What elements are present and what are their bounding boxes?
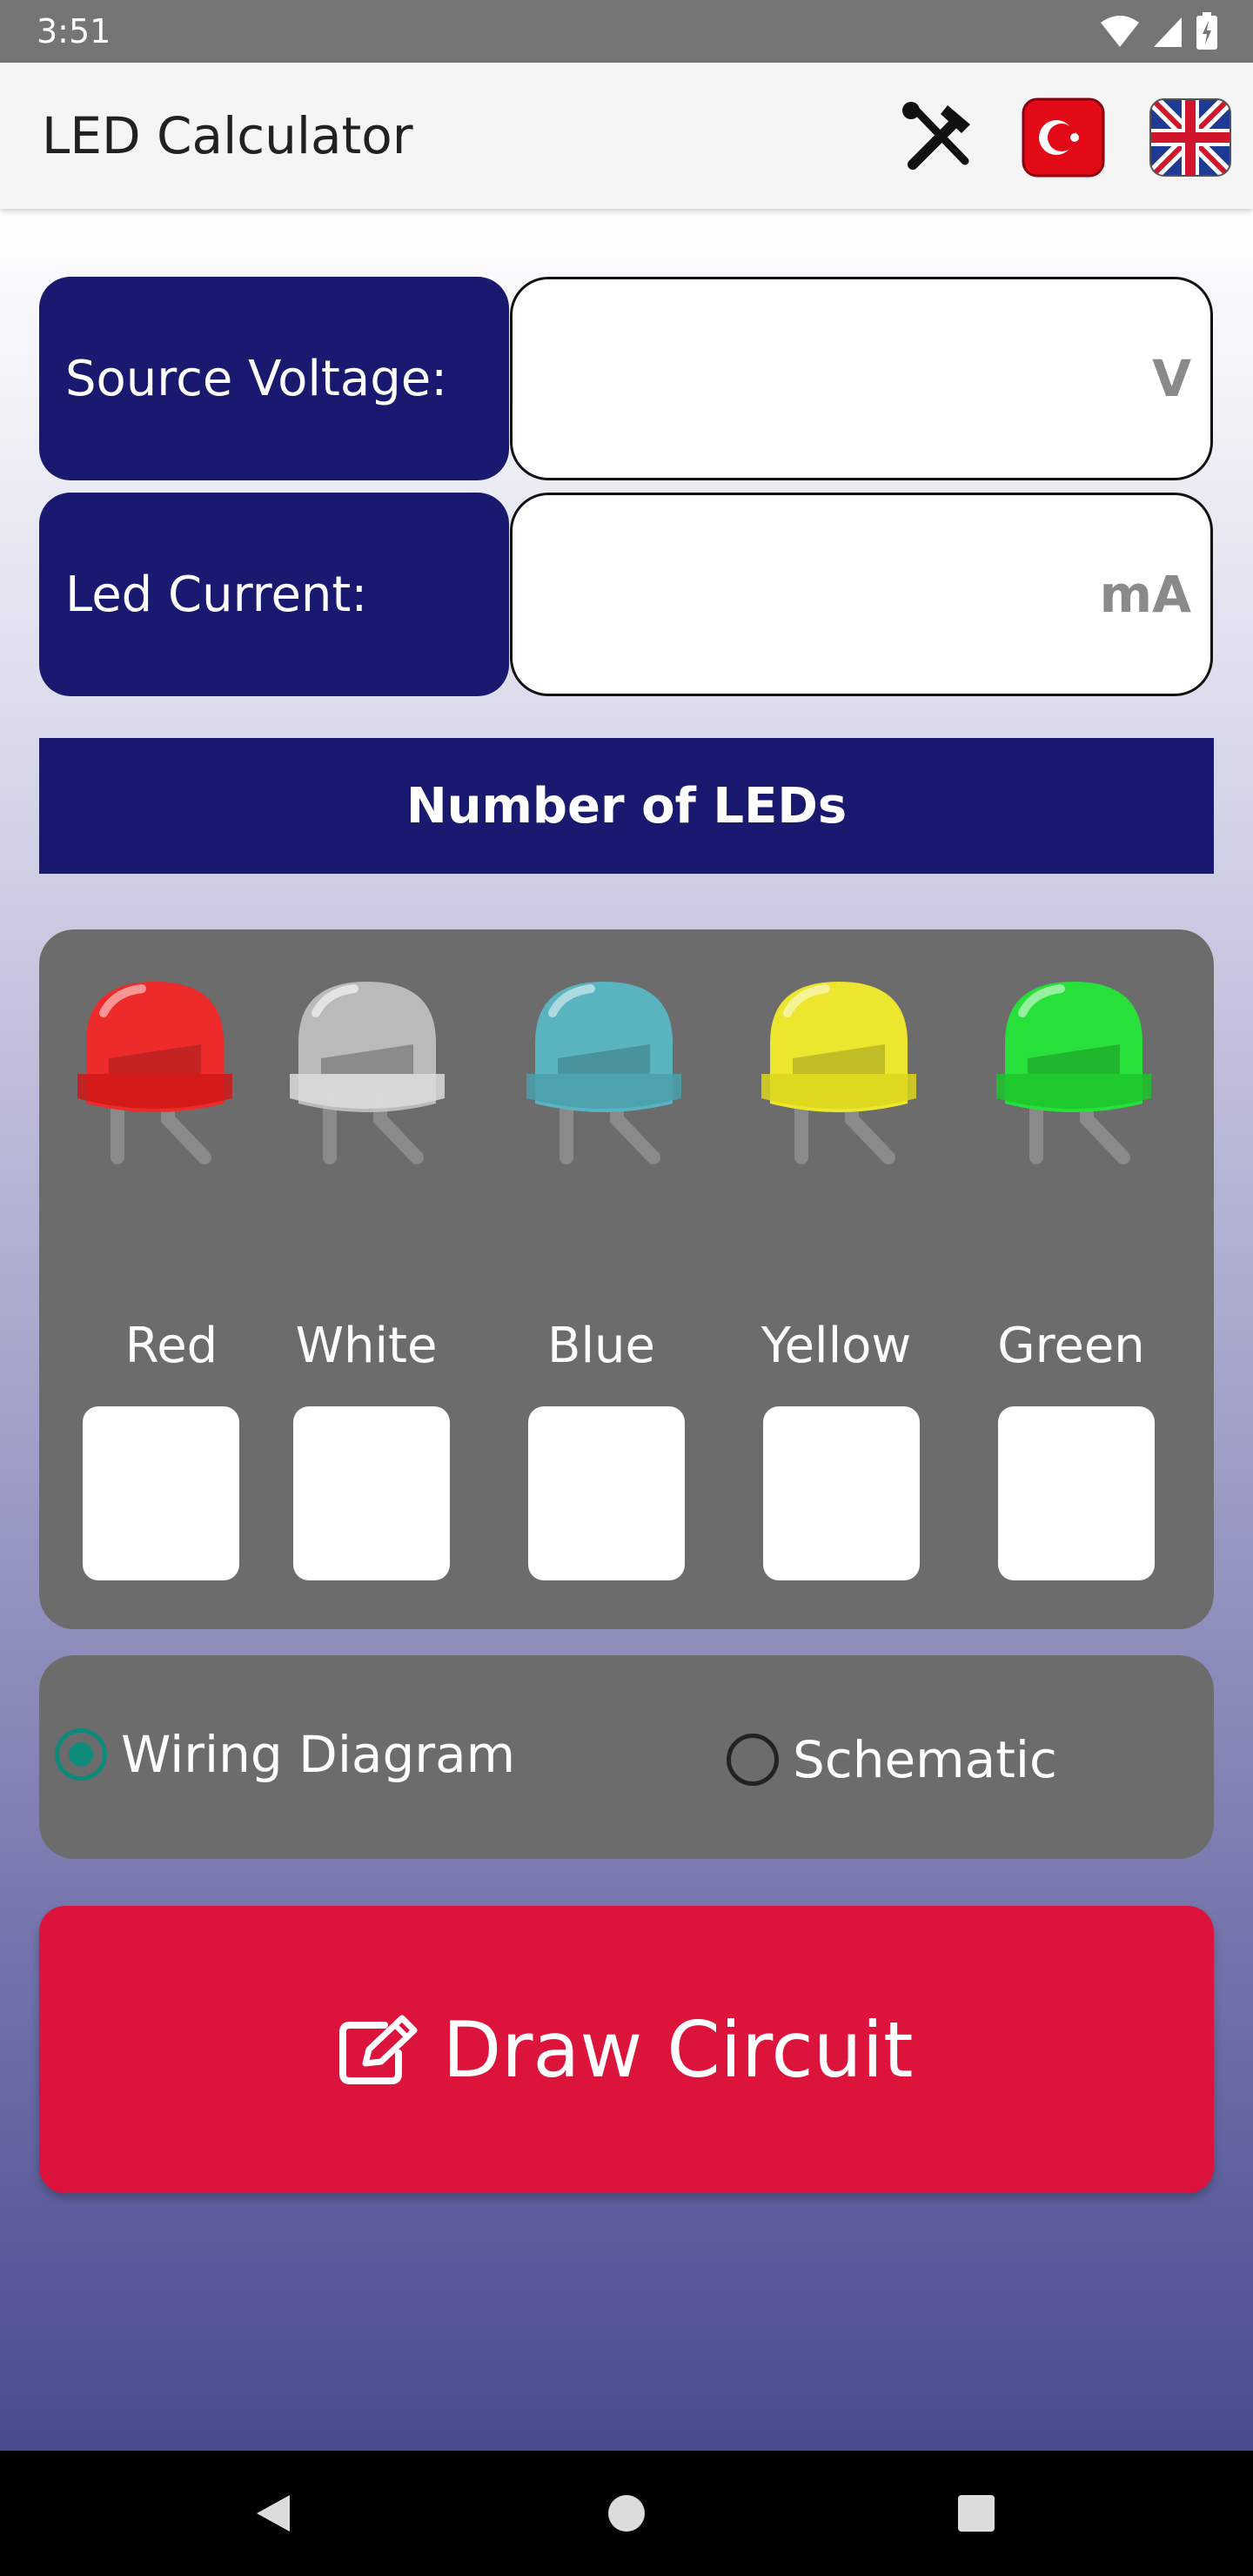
diagram-type-panel: Wiring Diagram Schematic bbox=[39, 1655, 1214, 1859]
led-current-label: Led Current: bbox=[39, 493, 509, 696]
back-button[interactable] bbox=[242, 2482, 305, 2545]
led-label-yellow: Yellow bbox=[761, 1318, 912, 1374]
led-label-green: Green bbox=[997, 1318, 1145, 1374]
home-icon bbox=[608, 2495, 645, 2532]
green-led-icon bbox=[996, 982, 1151, 1164]
navigation-bar bbox=[0, 2451, 1253, 2576]
uk-flag-icon bbox=[1149, 98, 1231, 177]
status-icons bbox=[1100, 12, 1218, 50]
led-count-red[interactable] bbox=[83, 1406, 239, 1580]
led-label-white: White bbox=[295, 1318, 438, 1374]
battery-icon bbox=[1196, 12, 1217, 50]
white-led-icon bbox=[290, 982, 445, 1164]
tools-button[interactable] bbox=[895, 94, 982, 181]
number-of-leds-header: Number of LEDs bbox=[39, 738, 1214, 874]
radio-wiring-diagram[interactable]: Wiring Diagram bbox=[55, 1725, 515, 1784]
status-time: 3:51 bbox=[37, 12, 111, 50]
led-panel: Red White Blue Yellow Green bbox=[39, 929, 1214, 1629]
back-icon bbox=[257, 2495, 290, 2532]
led-count-green[interactable] bbox=[998, 1406, 1155, 1580]
source-voltage-input[interactable]: V bbox=[510, 277, 1213, 480]
edit-icon bbox=[339, 2015, 418, 2084]
home-button[interactable] bbox=[595, 2482, 658, 2545]
voltage-unit: V bbox=[1152, 349, 1191, 408]
wifi-icon bbox=[1101, 16, 1139, 47]
radio-schematic[interactable]: Schematic bbox=[727, 1730, 1057, 1789]
led-count-yellow[interactable] bbox=[763, 1406, 920, 1580]
tools-icon bbox=[902, 102, 970, 170]
radio-label-schematic: Schematic bbox=[793, 1730, 1057, 1789]
turkish-flag-icon bbox=[1022, 97, 1105, 178]
app-title: LED Calculator bbox=[42, 106, 413, 165]
led-count-blue[interactable] bbox=[528, 1406, 685, 1580]
draw-circuit-button[interactable]: Draw Circuit bbox=[39, 1906, 1214, 2193]
led-label-red: Red bbox=[124, 1318, 218, 1374]
red-led-icon bbox=[77, 982, 232, 1164]
draw-circuit-label: Draw Circuit bbox=[442, 2004, 914, 2095]
language-english-button[interactable] bbox=[1147, 94, 1234, 181]
status-bar: 3:51 bbox=[0, 0, 1253, 63]
current-unit: mA bbox=[1099, 565, 1191, 624]
led-label-blue: Blue bbox=[547, 1318, 655, 1374]
signal-icon bbox=[1154, 17, 1182, 47]
led-count-white[interactable] bbox=[293, 1406, 450, 1580]
radio-circle-checked bbox=[55, 1728, 107, 1781]
app-bar: LED Calculator bbox=[0, 63, 1253, 209]
radio-label-wiring-diagram: Wiring Diagram bbox=[121, 1725, 516, 1784]
recents-button[interactable] bbox=[945, 2482, 1008, 2545]
led-current-input[interactable]: mA bbox=[510, 493, 1213, 696]
radio-circle-unchecked bbox=[727, 1734, 779, 1786]
source-voltage-label: Source Voltage: bbox=[39, 277, 509, 480]
yellow-led-icon bbox=[761, 982, 916, 1164]
recents-icon bbox=[958, 2495, 995, 2532]
blue-led-icon bbox=[526, 982, 681, 1164]
language-turkish-button[interactable] bbox=[1020, 94, 1107, 181]
main-content: Source Voltage: V Led Current: mA Number… bbox=[0, 209, 1253, 2451]
